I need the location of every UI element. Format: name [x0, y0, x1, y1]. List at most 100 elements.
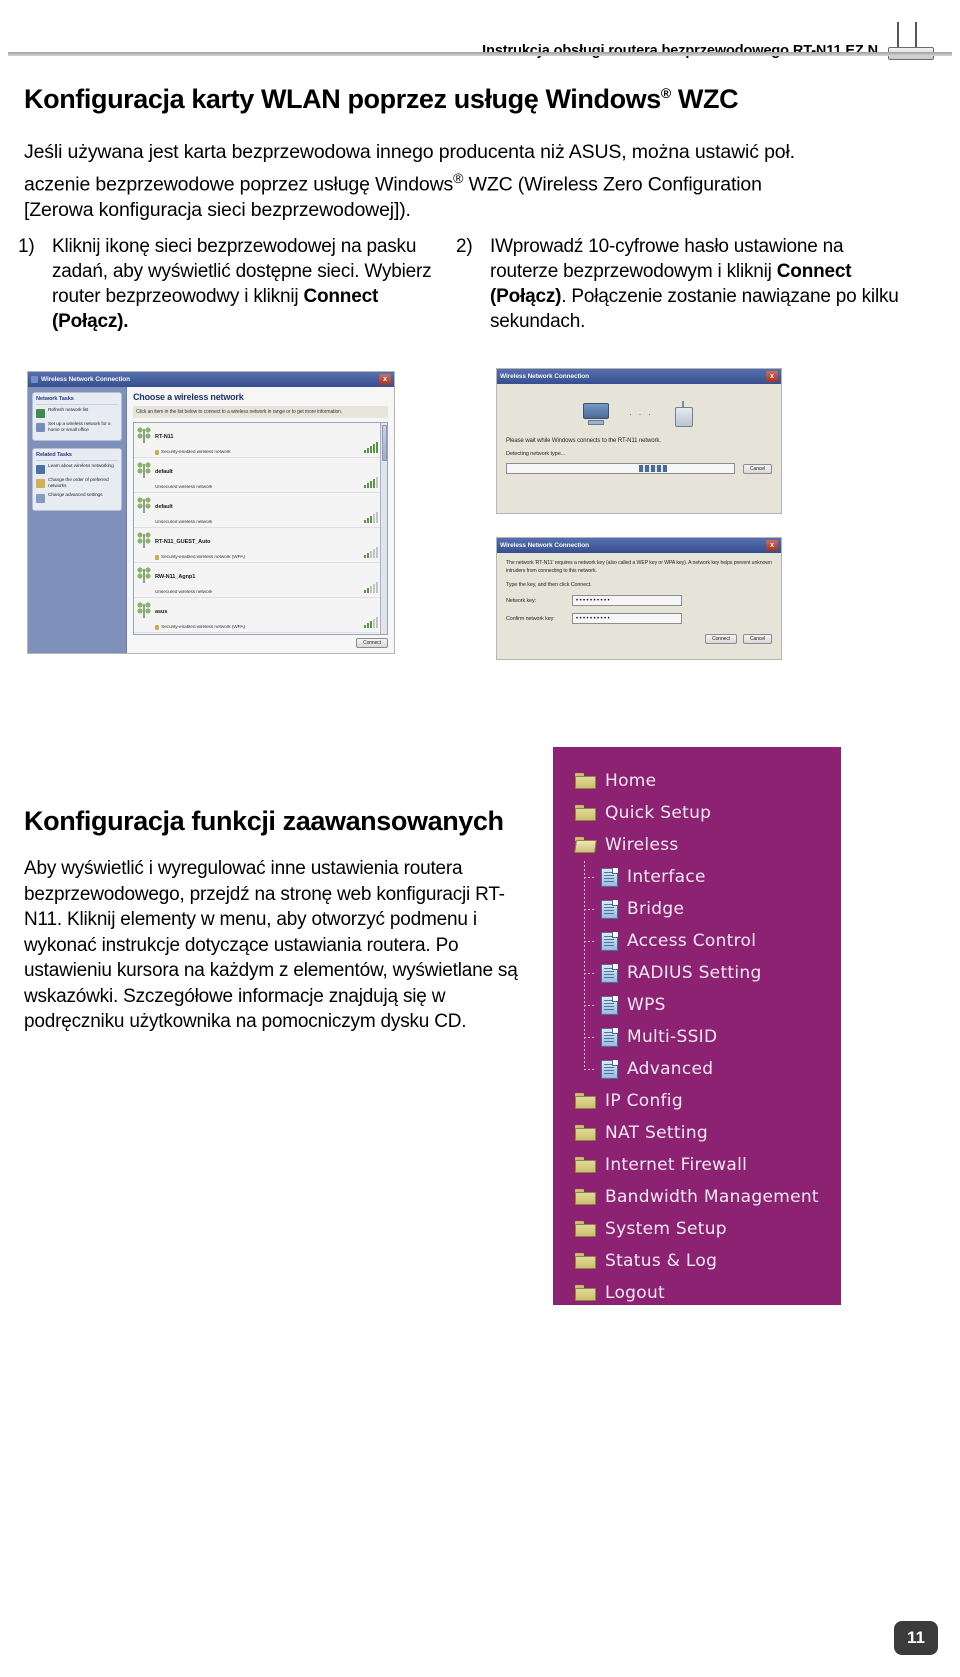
menu-item-wireless[interactable]: Wireless — [574, 829, 841, 861]
connection-status: Detecting network type... — [506, 451, 566, 457]
network-security: Unsecured wireless network — [155, 485, 213, 490]
network-key-input[interactable]: •••••••••• — [572, 595, 682, 607]
menu-item-label: WPS — [627, 995, 666, 1015]
task-label: Change the order of preferred networks — [48, 478, 109, 489]
network-key-label: Network key: — [506, 597, 536, 604]
document-icon — [601, 899, 618, 919]
task-label: Set up a wireless network for a home or … — [48, 422, 111, 433]
window-icon — [31, 376, 38, 383]
network-list-item[interactable]: RW-N11_Agnp1 Unsecured wireless network — [134, 563, 387, 598]
help-icon — [36, 465, 45, 475]
menu-item-label: NAT Setting — [605, 1123, 708, 1143]
network-list-item[interactable]: RT-N11 Security-enabled wireless network — [134, 423, 387, 458]
close-icon[interactable]: x — [766, 371, 778, 382]
step-number-1: 1) — [18, 236, 35, 257]
folder-icon — [575, 1093, 596, 1109]
menu-item-system-setup[interactable]: System Setup — [575, 1213, 841, 1245]
connect-button[interactable]: Connect — [705, 634, 738, 645]
content-heading: Choose a wireless network — [133, 392, 244, 402]
connect-button[interactable]: Connect — [356, 638, 388, 648]
related-tasks-panel: Related Tasks Learn about wireless netwo… — [32, 448, 122, 512]
menu-item-bandwidth-management[interactable]: Bandwidth Management — [575, 1181, 841, 1213]
task-learn-about-wireless[interactable]: Learn about wireless networking — [36, 464, 118, 475]
confirm-network-key-input[interactable]: •••••••••• — [572, 613, 682, 625]
wizard-icon — [36, 423, 45, 432]
menu-item-status-log[interactable]: Status & Log — [575, 1245, 841, 1277]
content-subtext: Click an item in the list below to conne… — [133, 406, 388, 418]
menu-item-label: Home — [605, 771, 657, 791]
folder-icon — [575, 1253, 596, 1269]
task-change-order[interactable]: Change the order of preferred networks — [36, 478, 118, 489]
folder-icon — [575, 1189, 596, 1205]
task-refresh-network-list[interactable]: Refresh network list — [36, 408, 118, 418]
menu-item-label: Bridge — [627, 899, 685, 919]
window-titlebar: Wireless Network Connection x — [28, 372, 394, 387]
step-number-2: 2) — [456, 236, 473, 257]
registered-mark: ® — [660, 85, 671, 101]
lock-icon — [155, 555, 159, 560]
document-icon — [601, 963, 618, 983]
menu-item-nat-setting[interactable]: NAT Setting — [575, 1117, 841, 1149]
menu-item-radius-setting[interactable]: RADIUS Setting — [575, 957, 841, 989]
menu-item-label: Wireless — [605, 835, 679, 855]
menu-item-bridge[interactable]: Bridge — [575, 893, 841, 925]
close-icon[interactable]: x — [766, 540, 778, 551]
menu-item-label: System Setup — [605, 1219, 727, 1239]
intro-line-3: [Zerowa konfiguracja sieci bezprzewodowe… — [24, 198, 411, 221]
manual-page: Instrukcja obsługi routera bezprzewodowe… — [0, 0, 960, 1677]
wireless-network-icon — [137, 567, 151, 583]
task-sidebar: Network Tasks Refresh network list Set u… — [28, 387, 126, 653]
folder-icon — [575, 1221, 596, 1237]
network-list[interactable]: RT-N11 Security-enabled wireless network… — [133, 422, 388, 635]
signal-strength-icon — [364, 512, 378, 523]
progress-bar — [506, 463, 736, 474]
menu-item-interface[interactable]: Interface — [575, 861, 841, 893]
screenshot-connecting-dialog: Wireless Network Connection x · · · Plea… — [496, 368, 782, 514]
network-list-item[interactable]: default Unsecured wireless network — [134, 458, 387, 493]
signal-strength-icon — [364, 547, 378, 558]
menu-item-label: Interface — [627, 867, 706, 887]
page-title-suffix: WZC — [670, 84, 739, 114]
menu-item-advanced[interactable]: Advanced — [575, 1053, 841, 1085]
menu-item-multi-ssid[interactable]: Multi-SSID — [575, 1021, 841, 1053]
menu-item-quick-setup[interactable]: Quick Setup — [575, 797, 841, 829]
network-security: Security-enabled wireless network (WPA) — [161, 555, 245, 560]
menu-item-access-control[interactable]: Access Control — [575, 925, 841, 957]
menu-item-home[interactable]: Home — [575, 765, 841, 797]
window-title: Wireless Network Connection — [41, 376, 130, 383]
computer-icon — [583, 403, 609, 425]
network-security: Security-enabled wireless network — [161, 450, 231, 455]
wireless-network-icon — [137, 602, 151, 618]
cancel-button[interactable]: Cancel — [743, 634, 772, 645]
cancel-button[interactable]: Cancel — [743, 463, 772, 474]
menu-item-ip-config[interactable]: IP Config — [575, 1085, 841, 1117]
network-ssid: asus — [155, 609, 168, 615]
network-security: Unsecured wireless network — [155, 520, 213, 525]
network-tasks-panel: Network Tasks Refresh network list Set u… — [32, 392, 122, 442]
screenshot-available-networks: Wireless Network Connection x Network Ta… — [27, 371, 395, 654]
window-title: Wireless Network Connection — [500, 542, 589, 549]
order-icon — [36, 479, 45, 489]
network-list-item[interactable]: asus Security-enabled wireless network (… — [134, 598, 387, 633]
task-set-up-wireless-network[interactable]: Set up a wireless network for a home or … — [36, 422, 118, 433]
task-change-advanced-settings[interactable]: Change advanced settings — [36, 493, 118, 504]
intro-line-2a: aczenie bezprzewodowe poprzez usługę Win… — [24, 173, 454, 195]
key-prompt: Type the key, and then click Connect. — [506, 582, 592, 589]
screenshot-network-key-dialog: Wireless Network Connection x The networ… — [496, 537, 782, 660]
menu-item-label: Multi-SSID — [627, 1027, 718, 1047]
list-scrollbar[interactable] — [380, 423, 387, 634]
menu-item-logout[interactable]: Logout — [575, 1277, 841, 1309]
document-icon — [601, 1027, 618, 1047]
document-icon — [601, 931, 618, 951]
network-list-item[interactable]: RT-N11_GUEST_Auto Security-enabled wirel… — [134, 528, 387, 563]
menu-item-wps[interactable]: WPS — [575, 989, 841, 1021]
step-item-2: 2) IWprowadź 10-cyfrowe hasło ustawione … — [456, 234, 906, 334]
page-title: Konfiguracja karty WLAN poprzez usługę W… — [24, 84, 739, 115]
lock-icon — [155, 450, 159, 455]
menu-item-internet-firewall[interactable]: Internet Firewall — [575, 1149, 841, 1181]
close-icon[interactable]: x — [379, 374, 391, 385]
network-list-item[interactable]: default Unsecured wireless network — [134, 493, 387, 528]
wireless-network-icon — [137, 497, 151, 513]
registered-mark-2: ® — [453, 169, 464, 186]
signal-strength-icon — [364, 477, 378, 488]
